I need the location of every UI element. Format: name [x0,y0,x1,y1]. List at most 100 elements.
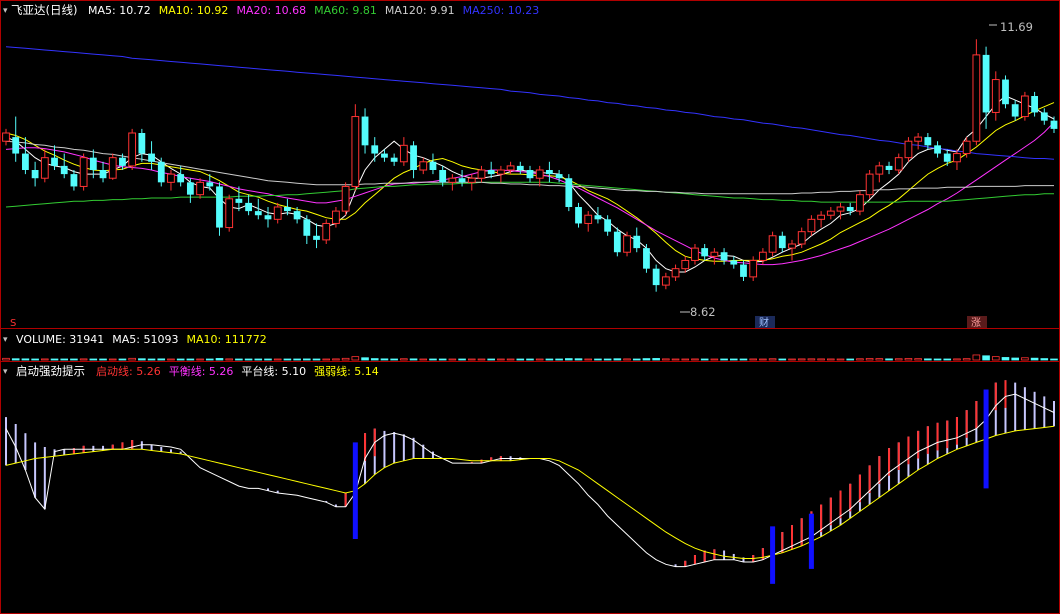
candle-body [245,202,252,212]
volume-bar [60,358,69,361]
candle-body [410,145,417,170]
volume-bar [176,358,185,361]
candle-body [526,170,534,179]
candle-body [138,133,146,154]
candle-body [720,252,728,261]
volume-bar [729,358,738,361]
indicator-legend: ▾ 启动强劲提示 启动线: 5.26 平衡线: 5.26 平台线: 5.10 强弱线:… [3,364,379,378]
volume-legend-items: VOLUME: 31941 MA5: 51093 MA10: 111772 [16,333,267,346]
volume-bar [632,358,641,361]
candle-body [60,165,68,175]
volume-bar [865,358,874,361]
volume-bar [506,358,515,361]
volume-bar [147,358,156,361]
legend-item: MA10: 10.92 [159,4,229,17]
volume-bar [118,358,127,361]
volume-bar [477,358,486,361]
volume-bar [904,358,913,361]
volume-bar [370,358,379,361]
volume-bar [235,358,243,361]
candle-body [778,235,786,249]
indicator-collapse-icon[interactable]: ▾ [3,367,8,377]
collapse-icon[interactable]: ▾ [3,6,8,16]
candle-body [332,210,340,224]
candle-body [962,140,971,155]
candle-body [749,259,758,278]
candle-body [51,157,58,166]
candle-body [924,137,932,146]
volume-bar [79,358,88,361]
volume-collapse-icon[interactable]: ▾ [3,335,8,345]
left-s-label: S [10,318,16,329]
candle-body [516,165,524,170]
stock-title: 飞亚达(日线) [11,3,77,17]
candle-body [817,214,826,220]
candle-body [535,169,544,179]
volume-bar [138,358,146,361]
volume-bar [225,358,233,361]
candle-body [1020,95,1029,118]
candle-body [487,170,495,175]
candle-body [565,178,573,207]
candle-body [546,170,553,175]
candle-body [70,174,78,187]
volume-bar [205,358,214,361]
candle-body [264,215,272,220]
candle-body [303,219,311,236]
candle-body [807,218,816,233]
legend-item: MA5: 10.72 [88,4,151,17]
candle-body [467,177,476,183]
candle-body [661,276,670,286]
candle-body [351,116,360,187]
candle-body [381,153,388,158]
candle-body [788,243,796,249]
volume-bar [400,358,408,361]
candle-body [196,181,204,196]
candle-body [991,79,1000,113]
candle-body [613,231,621,253]
volume-bar [681,358,690,361]
signal-bar [352,442,358,539]
volume-bar [526,358,534,361]
volume-bar [594,358,602,361]
volume-bar [516,358,525,361]
volume-bar [215,358,224,361]
candle-body [584,214,593,224]
legend-item: MA20: 10.68 [236,4,306,17]
volume-bar [613,358,622,361]
volume-bar [303,358,311,361]
volume-bar [720,358,728,361]
volume-bar [380,358,389,361]
candle-body [1011,104,1019,117]
candle-body [157,161,165,183]
volume-bar [1050,358,1058,361]
volume-bar [652,358,660,361]
candle-body [885,165,893,170]
volume-bar [574,358,583,361]
volume-bar [312,358,321,361]
volume-bar [759,358,767,361]
volume-bar [1021,357,1029,361]
candle-body [934,145,941,154]
candle-body [1031,96,1038,113]
volume-bar [778,358,787,361]
legend-item: MA10: 111772 [186,333,266,346]
volume-bar [982,355,990,361]
candle-body [206,182,214,187]
candle-body [429,161,437,170]
volume-bar [875,358,884,361]
volume-bar [972,354,981,361]
volume-bar [827,358,835,361]
candle-body [99,170,107,179]
candle-body [31,170,39,179]
candle-body [652,268,660,286]
signal-bar [808,513,814,569]
volume-bar [797,358,806,361]
candle-body [216,186,223,228]
volume-bar [273,358,282,361]
candle-body [604,219,612,232]
candle-body [856,194,864,212]
zhang-badge-label: 涨 [971,317,981,329]
candle-body [691,247,699,261]
candle-body [458,178,466,183]
